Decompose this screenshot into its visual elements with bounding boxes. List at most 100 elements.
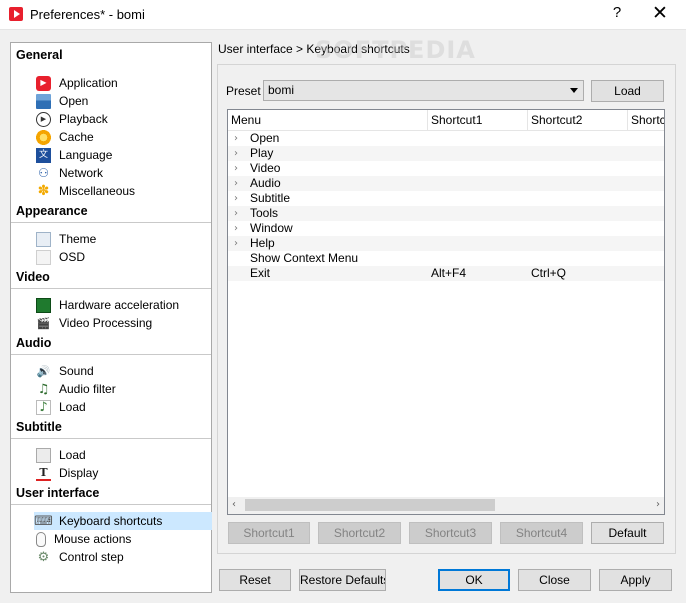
- tree-row[interactable]: › Subtitle: [228, 191, 664, 206]
- column-header-menu[interactable]: Menu: [228, 110, 428, 131]
- column-header-shortcut3[interactable]: Shortcut3: [628, 110, 664, 131]
- preferences-sidebar: General ▶ Application Open ▶ Playback Cache 文 La…: [10, 42, 212, 593]
- shortcut3-button[interactable]: Shortcut3: [409, 522, 492, 544]
- sidebar-item-label: Load: [59, 400, 86, 414]
- sidebar-item-user-interface-control-step[interactable]: ⚙ Control step: [34, 548, 212, 566]
- shortcut2-button[interactable]: Shortcut2: [318, 522, 401, 544]
- menu-cell: Play: [250, 146, 274, 160]
- gear-icon: ⚙: [37, 549, 50, 565]
- sidebar-item-general-playback[interactable]: ▶ Playback: [34, 110, 212, 128]
- chevron-down-icon: [570, 88, 578, 93]
- restore-defaults-button[interactable]: Restore Defaults: [299, 569, 386, 591]
- chevron-right-icon[interactable]: ›: [234, 191, 238, 206]
- horizontal-scrollbar[interactable]: ‹ ›: [228, 497, 664, 514]
- preset-label: Preset: [226, 84, 261, 98]
- ok-button[interactable]: OK: [438, 569, 510, 591]
- sidebar-item-label: Video Processing: [59, 316, 153, 330]
- audio-filter-icon: ♫: [37, 381, 50, 397]
- osd-icon: [36, 249, 51, 265]
- sidebar-item-label: Open: [59, 94, 89, 108]
- chevron-right-icon[interactable]: ›: [234, 236, 238, 251]
- theme-icon: [36, 231, 51, 247]
- menu-cell: Show Context Menu: [250, 251, 359, 265]
- sidebar-item-label: Mouse actions: [54, 532, 132, 546]
- sidebar-item-user-interface-keyboard-shortcuts[interactable]: ⌨ Keyboard shortcuts: [34, 512, 212, 530]
- column-header-shortcut1[interactable]: Shortcut1: [428, 110, 528, 131]
- cache-icon: [36, 129, 51, 145]
- sidebar-item-label: Network: [59, 166, 104, 180]
- tree-row[interactable]: Exit Alt+F4 Ctrl+Q: [228, 266, 664, 281]
- sidebar-item-general-cache[interactable]: Cache: [34, 128, 212, 146]
- menu-cell: Help: [250, 236, 275, 250]
- tree-row[interactable]: › Window: [228, 221, 664, 236]
- mouse-icon: [36, 531, 46, 547]
- category-divider: [11, 354, 211, 355]
- tree-row[interactable]: Show Context Menu: [228, 251, 664, 266]
- sidebar-item-audio-sound[interactable]: 🔊 Sound: [34, 362, 212, 380]
- menu-cell: Exit: [250, 266, 271, 280]
- category-user-interface: User interface: [16, 486, 100, 500]
- category-general: General: [16, 48, 63, 62]
- shortcut2-cell: Ctrl+Q: [531, 266, 567, 280]
- sidebar-item-general-application[interactable]: ▶ Application: [34, 74, 212, 92]
- subtitle-file-icon: [36, 447, 51, 463]
- chevron-right-icon[interactable]: ›: [234, 161, 238, 176]
- shortcut1-button[interactable]: Shortcut1: [228, 522, 310, 544]
- menu-cell: Open: [250, 131, 280, 145]
- category-divider: [11, 438, 211, 439]
- sidebar-item-general-open[interactable]: Open: [34, 92, 212, 110]
- close-window-button[interactable]: ✕: [648, 2, 672, 24]
- sidebar-item-general-miscellaneous[interactable]: ✽ Miscellaneous: [34, 182, 212, 200]
- language-icon: 文: [36, 147, 51, 163]
- application-icon: ▶: [36, 75, 51, 91]
- sidebar-item-appearance-osd[interactable]: OSD: [34, 248, 212, 266]
- sidebar-item-audio-audio-filter[interactable]: ♫ Audio filter: [34, 380, 212, 398]
- default-button[interactable]: Default: [591, 522, 664, 544]
- chevron-right-icon[interactable]: ›: [234, 131, 238, 146]
- sidebar-item-video-hardware-acceleration[interactable]: Hardware acceleration: [34, 296, 212, 314]
- sidebar-item-label: Language: [59, 148, 113, 162]
- load-preset-button[interactable]: Load: [591, 80, 664, 102]
- sidebar-item-label: Miscellaneous: [59, 184, 136, 198]
- shortcut4-button[interactable]: Shortcut4: [500, 522, 583, 544]
- chevron-right-icon[interactable]: ›: [234, 176, 238, 191]
- window-title: Preferences* - bomi: [30, 7, 145, 22]
- music-note-icon: ♪: [36, 399, 51, 415]
- keyboard-icon: ⌨: [34, 513, 53, 529]
- playback-icon: ▶: [36, 111, 51, 127]
- sidebar-item-label: Load: [59, 448, 86, 462]
- help-button[interactable]: ?: [608, 4, 626, 21]
- tree-row[interactable]: › Audio: [228, 176, 664, 191]
- tree-row[interactable]: › Tools: [228, 206, 664, 221]
- close-button[interactable]: Close: [518, 569, 591, 591]
- category-divider: [11, 504, 211, 505]
- sidebar-item-audio-load[interactable]: ♪ Load: [34, 398, 212, 416]
- tree-row[interactable]: › Video: [228, 161, 664, 176]
- reset-button[interactable]: Reset: [219, 569, 291, 591]
- sidebar-item-video-video-processing[interactable]: 🎬 Video Processing: [34, 314, 212, 332]
- apply-button[interactable]: Apply: [599, 569, 672, 591]
- tree-row[interactable]: › Play: [228, 146, 664, 161]
- sidebar-item-subtitle-display[interactable]: T Display: [34, 464, 212, 482]
- chevron-right-icon[interactable]: ›: [234, 206, 238, 221]
- sidebar-item-general-network[interactable]: ⚇ Network: [34, 164, 212, 182]
- shortcuts-tree[interactable]: Menu Shortcut1 Shortcut2 Shortcut3 › Open…: [227, 109, 665, 515]
- column-header-shortcut2[interactable]: Shortcut2: [528, 110, 628, 131]
- tree-row[interactable]: › Help: [228, 236, 664, 251]
- miscellaneous-icon: ✽: [37, 183, 50, 199]
- category-audio: Audio: [16, 336, 52, 350]
- chevron-right-icon[interactable]: ›: [234, 146, 238, 161]
- sidebar-item-label: Application: [59, 76, 118, 90]
- sidebar-item-appearance-theme[interactable]: Theme: [34, 230, 212, 248]
- tree-row[interactable]: › Open: [228, 131, 664, 146]
- sidebar-item-user-interface-mouse-actions[interactable]: Mouse actions: [34, 530, 212, 548]
- scrollbar-thumb[interactable]: [245, 499, 495, 511]
- menu-cell: Subtitle: [250, 191, 291, 205]
- chevron-right-icon[interactable]: ›: [234, 221, 238, 236]
- sidebar-item-subtitle-load[interactable]: Load: [34, 446, 212, 464]
- scroll-left-icon[interactable]: ‹: [232, 499, 236, 510]
- scroll-right-icon[interactable]: ›: [656, 499, 660, 510]
- text-display-icon: T: [36, 466, 51, 481]
- sidebar-item-general-language[interactable]: 文 Language: [34, 146, 212, 164]
- preset-dropdown[interactable]: bomi: [263, 80, 584, 101]
